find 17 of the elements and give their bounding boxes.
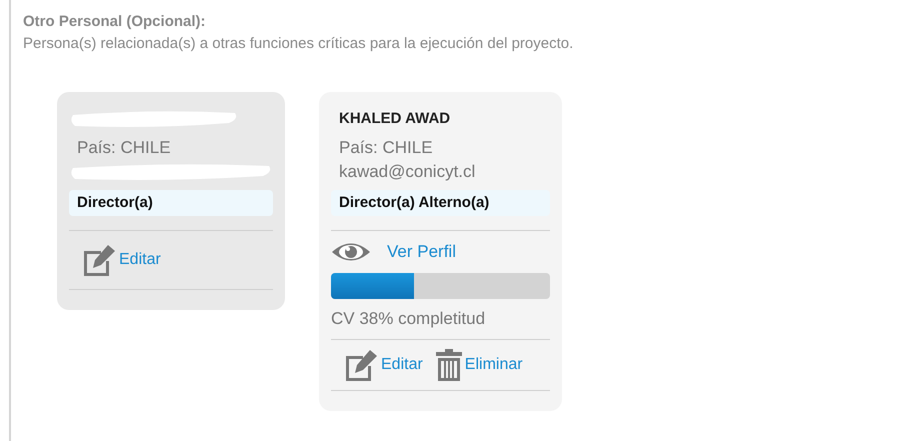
edit-icon	[343, 348, 379, 382]
progress-caption: CV 38% completitud	[331, 308, 486, 330]
edit-icon	[81, 243, 117, 277]
delete-link[interactable]: Eliminar	[434, 348, 523, 382]
role-label: Director(a) Alterno(a)	[331, 190, 550, 216]
edit-link[interactable]: Editar	[343, 348, 423, 382]
trash-icon	[434, 348, 463, 382]
country-text: País: CHILE	[76, 137, 172, 159]
edit-link[interactable]: Editar	[81, 243, 161, 277]
person-name: KHALED AWAD	[338, 108, 452, 129]
email-text: kawad@conicyt.cl	[338, 161, 476, 183]
role-label: Director(a)	[69, 190, 273, 216]
section-description: Persona(s) relacionada(s) a otras funciones críticas para la ejecución del proyecto.	[23, 34, 574, 54]
eye-icon	[331, 240, 371, 263]
section-title: Otro Personal (Opcional):	[23, 12, 207, 32]
country-text: País: CHILE	[338, 137, 434, 159]
view-profile-link[interactable]: Ver Perfil	[387, 239, 456, 264]
